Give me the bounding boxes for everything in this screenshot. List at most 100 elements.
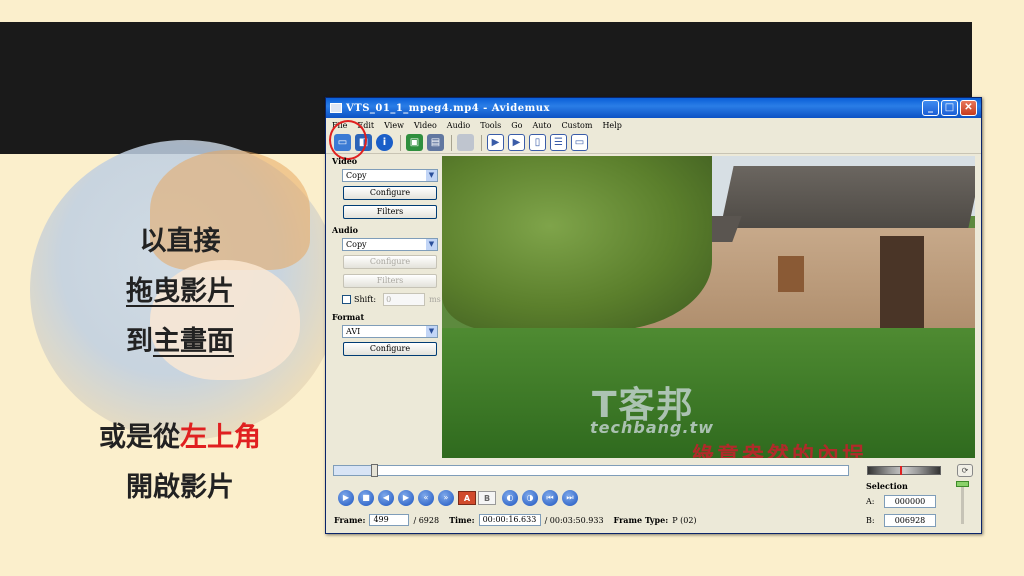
next-frame-icon[interactable]: ▶	[398, 490, 414, 506]
menu-audio[interactable]: Audio	[447, 121, 470, 130]
view-top-icon[interactable]: ☰	[550, 134, 567, 151]
audio-codec-value: Copy	[346, 240, 367, 249]
time-label: Time:	[449, 515, 475, 525]
info-icon[interactable]: i	[376, 134, 393, 151]
toolbar-separator	[400, 134, 401, 151]
selection-panel: Selection A: 000000 B: 006928	[866, 481, 936, 533]
seek-thumb[interactable]	[371, 464, 378, 477]
codec-panel: Video Copy ▼ Configure Filters Audio Copy…	[332, 156, 442, 361]
volume-slider-thumb[interactable]	[956, 481, 969, 487]
format-configure-button[interactable]: Configure	[343, 342, 437, 356]
view-side-icon[interactable]: ▯	[529, 134, 546, 151]
watermark-url: techbang.tw	[590, 418, 714, 437]
view-single-icon[interactable]: ▭	[571, 134, 588, 151]
slide: 以直接 拖曳影片 到主畫面 或是從左上角 開啟影片 VTS_01_1_mpeg4…	[0, 0, 1024, 576]
caption-line-1: 以直接	[139, 226, 221, 257]
toolbar-separator	[451, 134, 452, 151]
format-value: AVI	[346, 327, 361, 336]
frame-total: / 6928	[413, 515, 440, 525]
menu-help[interactable]: Help	[602, 121, 621, 130]
playback-controls: ▶ ■ ◀ ▶ « » A B ◐ ◑ ⏮ ⏭	[338, 490, 582, 506]
time-total: / 00:03:50.933	[544, 515, 604, 525]
preview-building-roof	[720, 166, 975, 228]
next-black-frame-icon[interactable]: ◑	[522, 490, 538, 506]
shift-unit: ms	[429, 295, 441, 304]
selection-b-row: B: 006928	[866, 514, 936, 527]
next-keyframe-icon[interactable]: »	[438, 490, 454, 506]
open-highlight-circle	[329, 120, 367, 160]
volume-meter	[867, 466, 941, 475]
audio-filters-button[interactable]: Filters	[343, 274, 437, 288]
menu-custom[interactable]: Custom	[561, 121, 592, 130]
audio-configure-button[interactable]: Configure	[343, 255, 437, 269]
stop-icon[interactable]: ■	[358, 490, 374, 506]
goto-last-frame-icon[interactable]: ⏭	[562, 490, 578, 506]
document-icon[interactable]	[457, 134, 474, 151]
video-preview[interactable]: T客邦 techbang.tw 綠意盎然的內埕	[442, 156, 975, 458]
selection-title: Selection	[866, 481, 908, 491]
set-marker-a-button[interactable]: A	[458, 491, 476, 505]
frame-input[interactable]: 499	[369, 514, 410, 526]
menu-view[interactable]: View	[384, 121, 404, 130]
minimize-button[interactable]: _	[922, 100, 939, 116]
seek-bar-fill	[334, 466, 371, 475]
menu-video[interactable]: Video	[414, 121, 437, 130]
menu-go[interactable]: Go	[511, 121, 522, 130]
chevron-down-icon: ▼	[426, 170, 437, 181]
menu-tools[interactable]: Tools	[480, 121, 501, 130]
frame-type-value: P (02)	[672, 515, 697, 525]
caption-drag-video: 拖曳影片	[126, 276, 234, 307]
close-button[interactable]: ✕	[960, 100, 977, 116]
audio-shift-row: Shift: 0 ms	[342, 293, 442, 306]
audio-codec-select[interactable]: Copy ▼	[342, 238, 438, 251]
format-select[interactable]: AVI ▼	[342, 325, 438, 338]
avidemux-window: VTS_01_1_mpeg4.mp4 - Avidemux _ □ ✕ File…	[325, 97, 982, 534]
menu-auto[interactable]: Auto	[532, 121, 551, 130]
seek-bar[interactable]	[333, 464, 849, 477]
status-bar: Frame: 499 / 6928 Time: 00:00:16.633 / 0…	[334, 514, 697, 526]
caption-line-4: 或是從左上角	[60, 418, 300, 458]
previous-black-frame-icon[interactable]: ◐	[502, 490, 518, 506]
frame-label: Frame:	[334, 515, 366, 525]
video-section-label: Video	[332, 156, 358, 166]
audio-section-label: Audio	[332, 225, 358, 235]
view-output-icon[interactable]: ▶	[508, 134, 525, 151]
video-codec-select[interactable]: Copy ▼	[342, 169, 438, 182]
chevron-down-icon: ▼	[426, 326, 437, 337]
set-marker-b-button[interactable]: B	[478, 491, 496, 505]
shift-input[interactable]: 0	[383, 293, 426, 306]
play-icon[interactable]: ▶	[338, 490, 354, 506]
preview-building-door	[880, 236, 924, 328]
previous-frame-icon[interactable]: ◀	[378, 490, 394, 506]
selection-b-field[interactable]: 006928	[884, 514, 936, 527]
previous-keyframe-icon[interactable]: «	[418, 490, 434, 506]
goto-first-frame-icon[interactable]: ⏮	[542, 490, 558, 506]
caption-to: 到	[126, 326, 153, 357]
video-configure-button[interactable]: Configure	[343, 186, 437, 200]
video-filters-button[interactable]: Filters	[343, 205, 437, 219]
image-icon[interactable]: ▣	[406, 134, 423, 151]
caption-top-left: 左上角	[180, 422, 261, 453]
preview-trees	[442, 156, 712, 331]
time-input[interactable]: 00:00:16.633	[478, 514, 541, 526]
view-input-icon[interactable]: ▶	[487, 134, 504, 151]
window-title: VTS_01_1_mpeg4.mp4 - Avidemux	[346, 102, 550, 114]
volume-slider-track[interactable]	[961, 484, 964, 524]
title-bar[interactable]: VTS_01_1_mpeg4.mp4 - Avidemux _ □ ✕	[326, 98, 981, 118]
app-icon	[330, 103, 342, 113]
calculator-icon[interactable]: ▤	[427, 134, 444, 151]
toolbar: ▭ ◧ i ▣ ▤ ▶ ▶ ▯ ☰ ▭	[326, 132, 981, 154]
maximize-button[interactable]: □	[941, 100, 958, 116]
caption-main-screen: 主畫面	[153, 326, 234, 357]
video-subtitle: 綠意盎然的內埕	[692, 443, 868, 458]
chevron-down-icon: ▼	[426, 239, 437, 250]
menu-bar: File Edit View Video Audio Tools Go Auto…	[326, 118, 981, 132]
caption-line-2: 拖曳影片	[60, 272, 300, 312]
selection-a-field[interactable]: 000000	[884, 495, 936, 508]
shift-label: Shift:	[354, 295, 377, 304]
selection-a-row: A: 000000	[866, 495, 936, 508]
shift-checkbox[interactable]	[342, 295, 351, 304]
caption-line-3: 到主畫面	[60, 322, 300, 362]
refresh-icon[interactable]: ⟳	[957, 464, 973, 477]
caption-line-5: 開啟影片	[126, 472, 234, 503]
